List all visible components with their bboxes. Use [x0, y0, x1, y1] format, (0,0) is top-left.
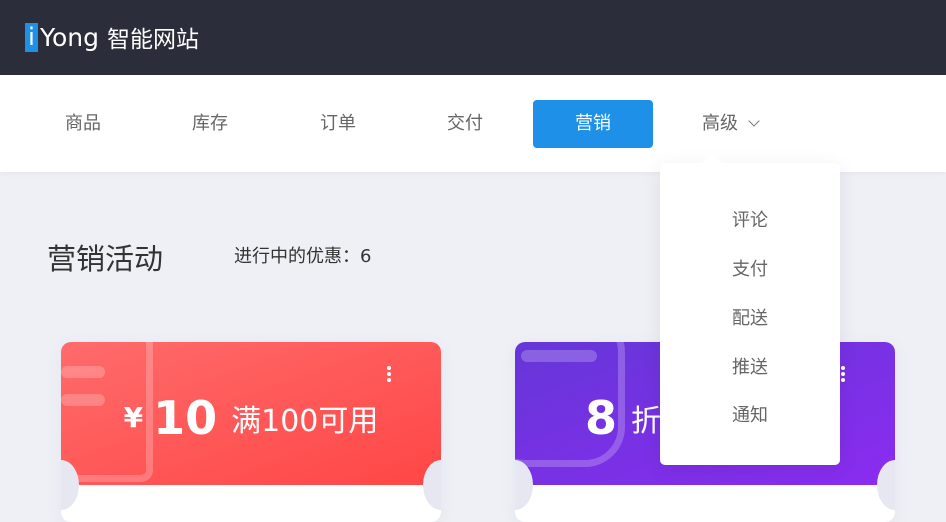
- discount-amount: 8: [585, 390, 618, 445]
- chevron-down-icon: [748, 115, 760, 127]
- coupon-value: ¥ 10 满100可用: [61, 342, 441, 485]
- coupon-amount: 10: [153, 390, 218, 445]
- logo-text: Yong: [40, 22, 99, 52]
- active-promotions-count: 6: [360, 246, 372, 267]
- tab-orders[interactable]: 订单: [278, 100, 398, 148]
- logo[interactable]: i Yong 智能网站: [25, 20, 199, 54]
- tab-marketing[interactable]: 营销: [533, 100, 653, 148]
- menu-item-notifications[interactable]: 通知: [660, 401, 840, 427]
- discount-unit: 折: [631, 403, 662, 439]
- active-promotions: 进行中的优惠：6: [234, 242, 371, 268]
- coupon-card-header: ¥ 10 满100可用: [61, 342, 441, 485]
- advanced-dropdown-menu: 评论 支付 配送 推送 通知: [660, 163, 840, 465]
- logo-mark: i: [25, 22, 38, 52]
- menu-item-reviews[interactable]: 评论: [660, 206, 840, 232]
- tab-products[interactable]: 商品: [23, 100, 143, 148]
- top-header: i Yong 智能网站: [0, 0, 946, 75]
- tab-advanced-label: 高级: [702, 113, 738, 134]
- page-title: 营销活动: [47, 242, 164, 276]
- menu-item-payment[interactable]: 支付: [660, 255, 840, 281]
- tab-delivery[interactable]: 交付: [405, 100, 525, 148]
- site-name: 智能网站: [106, 27, 199, 53]
- more-vertical-icon[interactable]: [387, 366, 391, 384]
- coupon-condition: 满100可用: [231, 403, 379, 439]
- active-promotions-label: 进行中的优惠：: [234, 246, 360, 267]
- menu-item-shipping[interactable]: 配送: [660, 304, 840, 330]
- nav-bar: 商品 库存 订单 交付 营销 高级: [0, 75, 946, 172]
- menu-item-push[interactable]: 推送: [660, 353, 840, 379]
- tab-advanced[interactable]: 高级: [670, 100, 790, 148]
- tab-inventory[interactable]: 库存: [150, 100, 270, 148]
- currency-symbol: ¥: [123, 401, 144, 434]
- more-vertical-icon[interactable]: [841, 366, 845, 384]
- coupon-card[interactable]: ¥ 10 满100可用: [61, 342, 441, 522]
